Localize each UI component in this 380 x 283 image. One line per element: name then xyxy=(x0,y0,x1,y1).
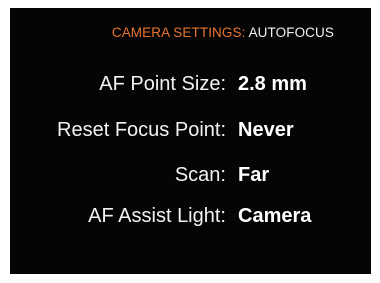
menu-subsection-title: AUTOFOCUS xyxy=(248,25,334,40)
setting-label: AF Assist Light: xyxy=(88,205,226,227)
menu-header: CAMERA SETTINGS: AUTOFOCUS xyxy=(10,25,334,40)
setting-value[interactable]: Far xyxy=(238,164,269,187)
setting-row-af-point-size[interactable]: AF Point Size: 2.8 mm xyxy=(10,73,371,103)
setting-label: Scan: xyxy=(174,164,226,186)
setting-value[interactable]: Never xyxy=(238,119,294,142)
setting-value[interactable]: Camera xyxy=(238,205,311,228)
setting-row-reset-focus-point[interactable]: Reset Focus Point: Never xyxy=(10,119,371,149)
menu-section-title: CAMERA SETTINGS: xyxy=(111,25,246,40)
setting-label: AF Point Size: xyxy=(99,73,226,95)
setting-row-scan[interactable]: Scan: Far xyxy=(10,164,371,194)
setting-row-af-assist-light[interactable]: AF Assist Light: Camera xyxy=(10,205,371,235)
camera-settings-screen: CAMERA SETTINGS: AUTOFOCUS AF Point Size… xyxy=(10,8,371,274)
setting-value[interactable]: 2.8 mm xyxy=(238,73,307,96)
setting-label: Reset Focus Point: xyxy=(57,119,226,141)
